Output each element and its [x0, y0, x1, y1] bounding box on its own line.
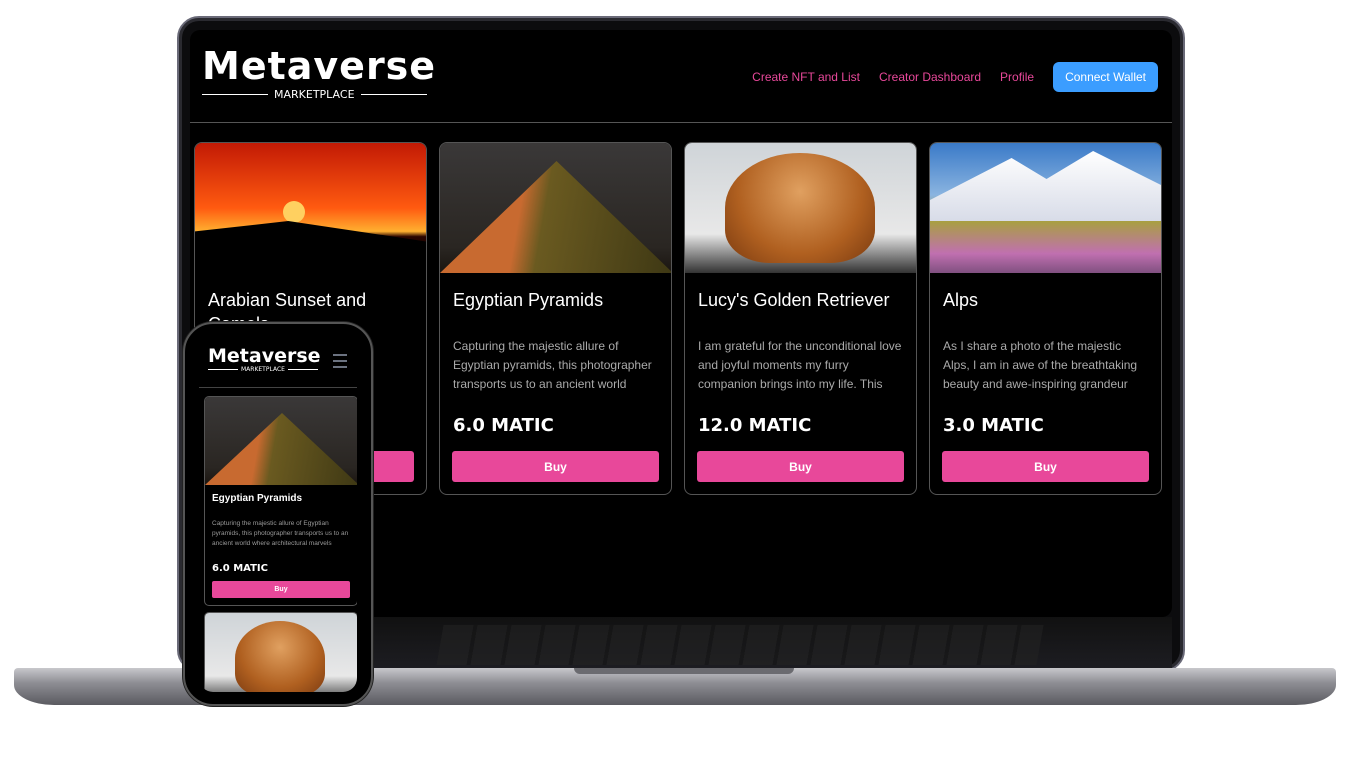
logo[interactable]: Metaverse MARKETPLACE — [202, 46, 436, 101]
nav-profile[interactable]: Profile — [1000, 70, 1034, 84]
buy-button[interactable]: Buy — [942, 451, 1149, 482]
nav-create-nft[interactable]: Create NFT and List — [752, 70, 860, 84]
header: Metaverse MARKETPLACE Create NFT and Lis… — [190, 30, 1172, 123]
buy-button[interactable]: Buy — [212, 581, 350, 598]
nav: Create NFT and List Creator Dashboard Pr… — [752, 62, 1158, 92]
nft-card: Egyptian Pyramids Capturing the majestic… — [204, 396, 357, 606]
mobile-screen: Metaverse MARKETPLACE Egyptian Pyramids … — [199, 338, 357, 692]
mobile-header: Metaverse MARKETPLACE — [199, 338, 357, 388]
phone-frame: Metaverse MARKETPLACE Egyptian Pyramids … — [183, 322, 373, 706]
nft-image-dog — [205, 613, 357, 692]
logo[interactable]: Metaverse MARKETPLACE — [208, 346, 321, 373]
nft-image-sunset — [195, 143, 426, 273]
nft-image-dog — [685, 143, 916, 273]
nft-card: Egyptian Pyramids Capturing the majestic… — [439, 142, 672, 495]
buy-button[interactable]: Buy — [697, 451, 904, 482]
nft-image-pyramid — [440, 143, 671, 273]
hamburger-icon[interactable] — [333, 354, 347, 372]
nav-creator-dashboard[interactable]: Creator Dashboard — [879, 70, 981, 84]
buy-button[interactable]: Buy — [452, 451, 659, 482]
nft-image-pyramid — [205, 397, 357, 485]
nft-card: Alps As I share a photo of the majestic … — [929, 142, 1162, 495]
nft-image-alps — [930, 143, 1161, 273]
nft-card: Lucy's Golden Retriever I am grateful fo… — [684, 142, 917, 495]
connect-wallet-button[interactable]: Connect Wallet — [1053, 62, 1158, 92]
nft-card — [204, 612, 357, 692]
